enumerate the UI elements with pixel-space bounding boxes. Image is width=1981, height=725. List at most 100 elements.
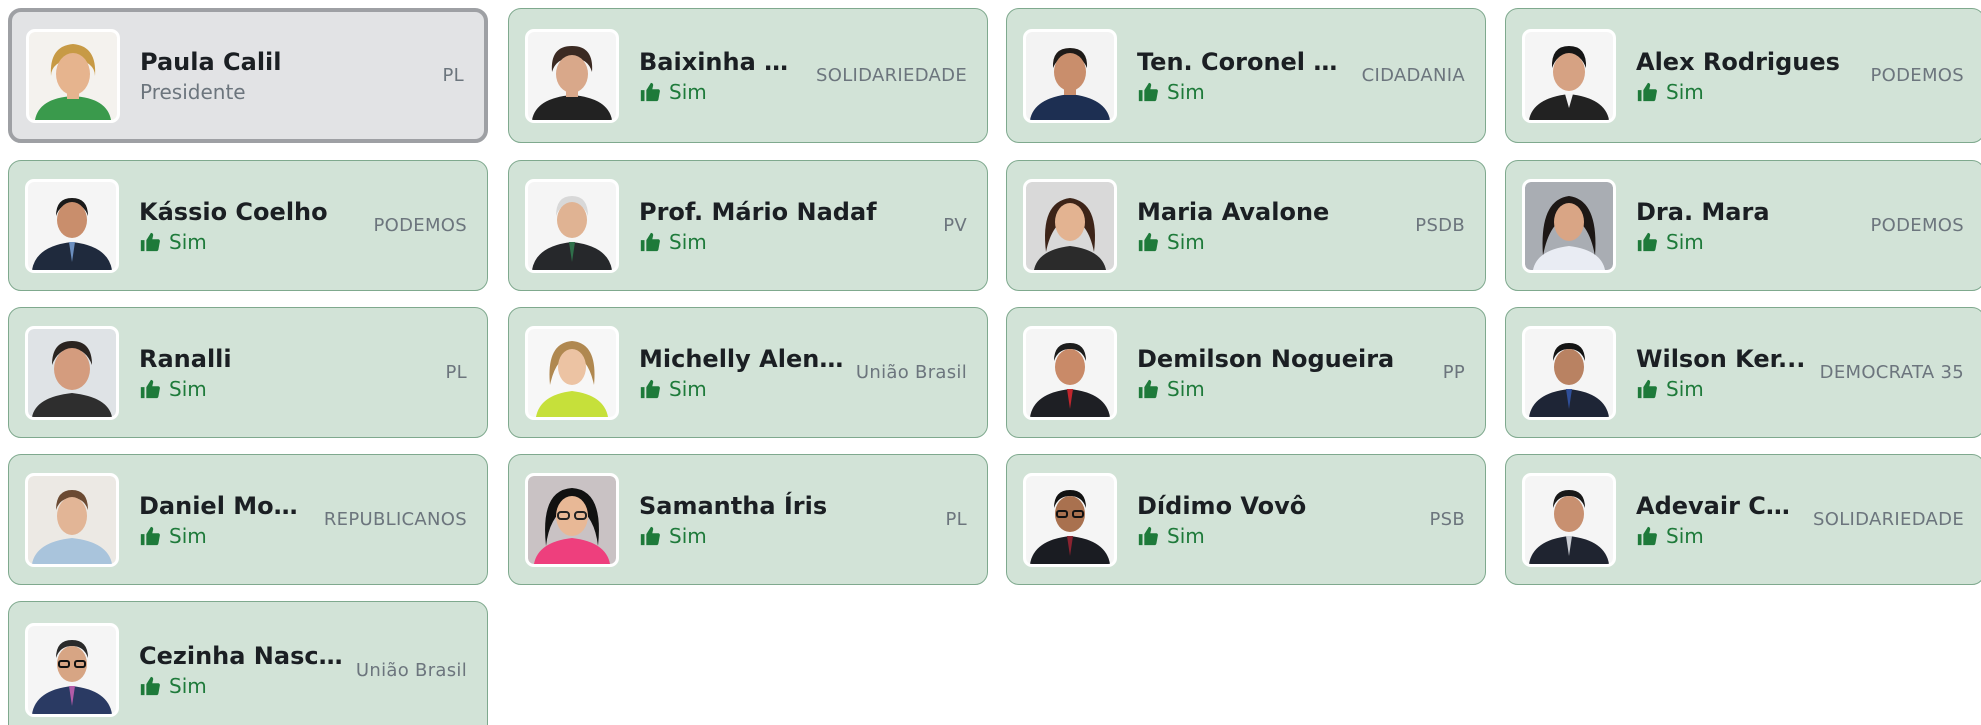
vote-label: Sim xyxy=(1666,229,1704,254)
vote-label: Sim xyxy=(169,523,207,548)
vote-label: Sim xyxy=(1666,79,1704,104)
thumbs-up-icon xyxy=(1138,526,1158,545)
council-member-grid: Paula Calil Presidente PL Baixinha Gi...… xyxy=(0,0,1981,725)
thumbs-up-icon xyxy=(1637,82,1657,101)
member-name: Prof. Mário Nadaf xyxy=(639,197,877,226)
vote-status: Sim xyxy=(139,523,314,549)
vote-label: Sim xyxy=(1167,523,1205,548)
vote-status: Sim xyxy=(1137,229,1405,255)
member-name: Baixinha Gi... xyxy=(639,47,807,76)
vote-label: Sim xyxy=(169,674,207,698)
member-name: Dra. Mara xyxy=(1636,197,1770,226)
president-info: Paula Calil Presidente xyxy=(140,47,433,105)
member-party: PODEMOS xyxy=(1870,65,1964,86)
member-party: CIDADANIA xyxy=(1361,65,1465,86)
vote-status: Sim xyxy=(639,376,846,402)
member-name: Paula Calil xyxy=(140,47,282,76)
member-card[interactable]: Samantha Íris Sim PL xyxy=(508,454,988,585)
member-party: DEMOCRATA 35 xyxy=(1819,362,1964,383)
thumbs-up-icon xyxy=(1138,232,1158,251)
president-photo xyxy=(26,28,120,123)
member-card[interactable]: Ten. Coronel D... Sim CIDADANIA xyxy=(1006,8,1486,143)
member-card[interactable]: Dra. Mara Sim PODEMOS xyxy=(1505,160,1981,291)
thumbs-up-icon xyxy=(640,232,660,251)
member-name: Michelly Alencar xyxy=(639,344,846,373)
member-card[interactable]: Prof. Mário Nadaf Sim PV xyxy=(508,160,988,291)
vote-status: Sim xyxy=(639,523,936,549)
member-photo xyxy=(1522,472,1616,567)
member-party: REPUBLICANOS xyxy=(323,509,467,530)
member-photo xyxy=(525,472,619,567)
member-photo xyxy=(25,472,119,567)
vote-status: Sim xyxy=(639,79,806,105)
member-photo xyxy=(525,28,619,123)
member-party: PODEMOS xyxy=(373,215,467,236)
vote-status: Sim xyxy=(139,376,436,402)
vote-label: Sim xyxy=(169,229,207,254)
vote-status: Sim xyxy=(1137,376,1433,402)
member-card[interactable]: Michelly Alencar Sim União Brasil xyxy=(508,307,988,438)
member-party: PL xyxy=(445,362,467,383)
member-card[interactable]: Daniel Mon... Sim REPUBLICANOS xyxy=(8,454,488,585)
thumbs-up-icon xyxy=(140,232,160,251)
thumbs-up-icon xyxy=(140,526,160,545)
member-photo xyxy=(25,623,119,717)
vote-label: Sim xyxy=(1167,79,1205,104)
vote-status: Sim xyxy=(139,673,346,699)
member-card[interactable]: Adevair Ca... Sim SOLIDARIEDADE xyxy=(1505,454,1981,585)
member-party: PP xyxy=(1442,362,1465,383)
member-photo xyxy=(525,325,619,420)
member-party: PSB xyxy=(1429,509,1465,530)
thumbs-up-icon xyxy=(640,526,660,545)
vote-status: Sim xyxy=(1636,523,1803,549)
member-role: Presidente xyxy=(140,79,246,104)
member-card[interactable]: Dídimo Vovô Sim PSB xyxy=(1006,454,1486,585)
thumbs-up-icon xyxy=(640,379,660,398)
member-card[interactable]: Wilson Ker... Sim DEMOCRATA 35 xyxy=(1505,307,1981,438)
member-photo xyxy=(1023,28,1117,123)
vote-status: Sim xyxy=(1636,376,1810,402)
vote-label: Sim xyxy=(669,376,707,401)
president-card[interactable]: Paula Calil Presidente PL xyxy=(8,8,488,143)
vote-status: Sim xyxy=(1137,79,1352,105)
thumbs-up-icon xyxy=(1637,526,1657,545)
thumbs-up-icon xyxy=(140,379,160,398)
member-name: Ten. Coronel D... xyxy=(1137,47,1352,76)
vote-label: Sim xyxy=(669,523,707,548)
member-name: Dídimo Vovô xyxy=(1137,491,1307,520)
member-card[interactable]: Kássio Coelho Sim PODEMOS xyxy=(8,160,488,291)
member-card[interactable]: Cezinha Nasci... Sim União Brasil xyxy=(8,601,488,725)
member-card[interactable]: Demilson Nogueira Sim PP xyxy=(1006,307,1486,438)
member-name: Demilson Nogueira xyxy=(1137,344,1395,373)
member-party: PL xyxy=(945,509,967,530)
member-name: Cezinha Nasci... xyxy=(139,642,346,670)
member-name: Maria Avalone xyxy=(1137,197,1330,226)
member-name: Alex Rodrigues xyxy=(1636,47,1840,76)
member-party: PSDB xyxy=(1415,215,1465,236)
member-party: PL xyxy=(442,65,464,86)
member-party: SOLIDARIEDADE xyxy=(1813,509,1964,530)
thumbs-up-icon xyxy=(640,82,660,101)
member-party: SOLIDARIEDADE xyxy=(816,65,967,86)
vote-label: Sim xyxy=(1666,523,1704,548)
thumbs-up-icon xyxy=(1138,379,1158,398)
vote-label: Sim xyxy=(169,376,207,401)
member-card[interactable]: Baixinha Gi... Sim SOLIDARIEDADE xyxy=(508,8,988,143)
member-photo xyxy=(1522,28,1616,123)
member-party: PV xyxy=(943,215,967,236)
vote-status: Sim xyxy=(139,229,364,255)
member-photo xyxy=(1023,178,1117,273)
member-photo xyxy=(1522,178,1616,273)
member-card[interactable]: Maria Avalone Sim PSDB xyxy=(1006,160,1486,291)
member-name: Daniel Mon... xyxy=(139,491,314,520)
member-name: Kássio Coelho xyxy=(139,197,328,226)
thumbs-up-icon xyxy=(1637,232,1657,251)
member-photo xyxy=(525,178,619,273)
member-photo xyxy=(25,178,119,273)
member-card[interactable]: Ranalli Sim PL xyxy=(8,307,488,438)
vote-label: Sim xyxy=(669,229,707,254)
vote-status: Sim xyxy=(1636,229,1861,255)
thumbs-up-icon xyxy=(1138,82,1158,101)
member-card[interactable]: Alex Rodrigues Sim PODEMOS xyxy=(1505,8,1981,143)
member-party: PODEMOS xyxy=(1870,215,1964,236)
